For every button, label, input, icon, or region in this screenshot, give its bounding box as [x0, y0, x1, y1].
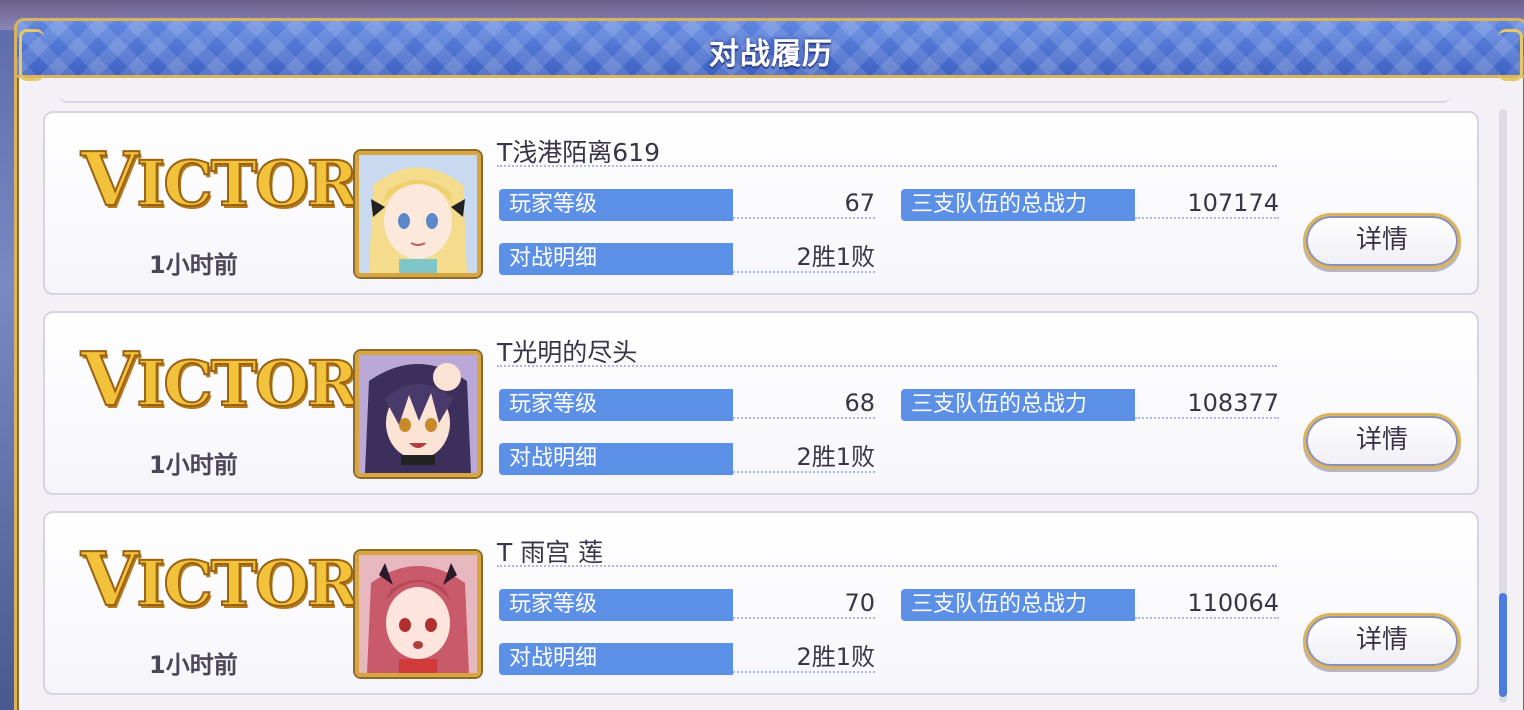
record-card: VICTORY 1小时前 T浅港陌离619 玩家等级 67 对战明细 2胜1败 … [43, 111, 1479, 295]
name-underline [497, 365, 1277, 367]
player-level-value: 70 [733, 587, 875, 619]
team-power-label: 三支队伍的总战力 [901, 389, 1135, 421]
record-list[interactable]: VICTORY 1小时前 T浅港陌离619 玩家等级 67 对战明细 2胜1败 … [39, 93, 1481, 710]
record-card: VICTORY 1小时前 T 雨宫 莲 玩家等级 70 对战明细 2胜1败 三支… [43, 511, 1479, 695]
opponent-avatar [355, 551, 481, 677]
list-top-edge [59, 93, 1451, 103]
team-power-value: 108377 [1135, 387, 1279, 419]
battle-detail-label: 对战明细 [499, 443, 733, 475]
detail-button[interactable]: 详情 [1303, 213, 1461, 269]
player-level-value: 67 [733, 187, 875, 219]
detail-button[interactable]: 详情 [1303, 413, 1461, 469]
player-level-label: 玩家等级 [499, 589, 733, 621]
victory-label: VICTORY [80, 137, 400, 223]
player-name: T 雨宫 莲 [497, 538, 604, 567]
scrollbar-track[interactable] [1499, 109, 1507, 703]
opponent-avatar [355, 351, 481, 477]
team-power-value: 110064 [1135, 587, 1279, 619]
player-level-label: 玩家等级 [499, 389, 733, 421]
detail-button[interactable]: 详情 [1303, 613, 1461, 669]
record-time: 1小时前 [149, 451, 238, 479]
name-underline [497, 165, 1277, 167]
victory-label: VICTORY [80, 537, 400, 623]
player-level-value: 68 [733, 387, 875, 419]
battle-detail-value: 2胜1败 [733, 641, 875, 673]
record-time: 1小时前 [149, 251, 238, 279]
battle-detail-label: 对战明细 [499, 643, 733, 675]
dialog-title-bar: 对战履历 [17, 21, 1524, 81]
battle-detail-value: 2胜1败 [733, 441, 875, 473]
scrollbar-thumb[interactable] [1499, 593, 1507, 697]
opponent-avatar [355, 151, 481, 277]
name-underline [497, 565, 1277, 567]
player-name: T浅港陌离619 [497, 138, 660, 167]
victory-label: VICTORY [80, 337, 400, 423]
battle-detail-label: 对战明细 [499, 243, 733, 275]
team-power-label: 三支队伍的总战力 [901, 589, 1135, 621]
player-name: T光明的尽头 [497, 338, 638, 367]
record-card: VICTORY 1小时前 T光明的尽头 玩家等级 68 对战明细 2胜1败 三支… [43, 311, 1479, 495]
battle-detail-value: 2胜1败 [733, 241, 875, 273]
record-time: 1小时前 [149, 651, 238, 679]
team-power-value: 107174 [1135, 187, 1279, 219]
player-level-label: 玩家等级 [499, 189, 733, 221]
battle-history-dialog: 对战履历 VICTORY 1小时前 T浅港陌离619 玩家等级 67 对战明细 … [14, 18, 1524, 710]
team-power-label: 三支队伍的总战力 [901, 189, 1135, 221]
dialog-title: 对战履历 [709, 37, 833, 72]
